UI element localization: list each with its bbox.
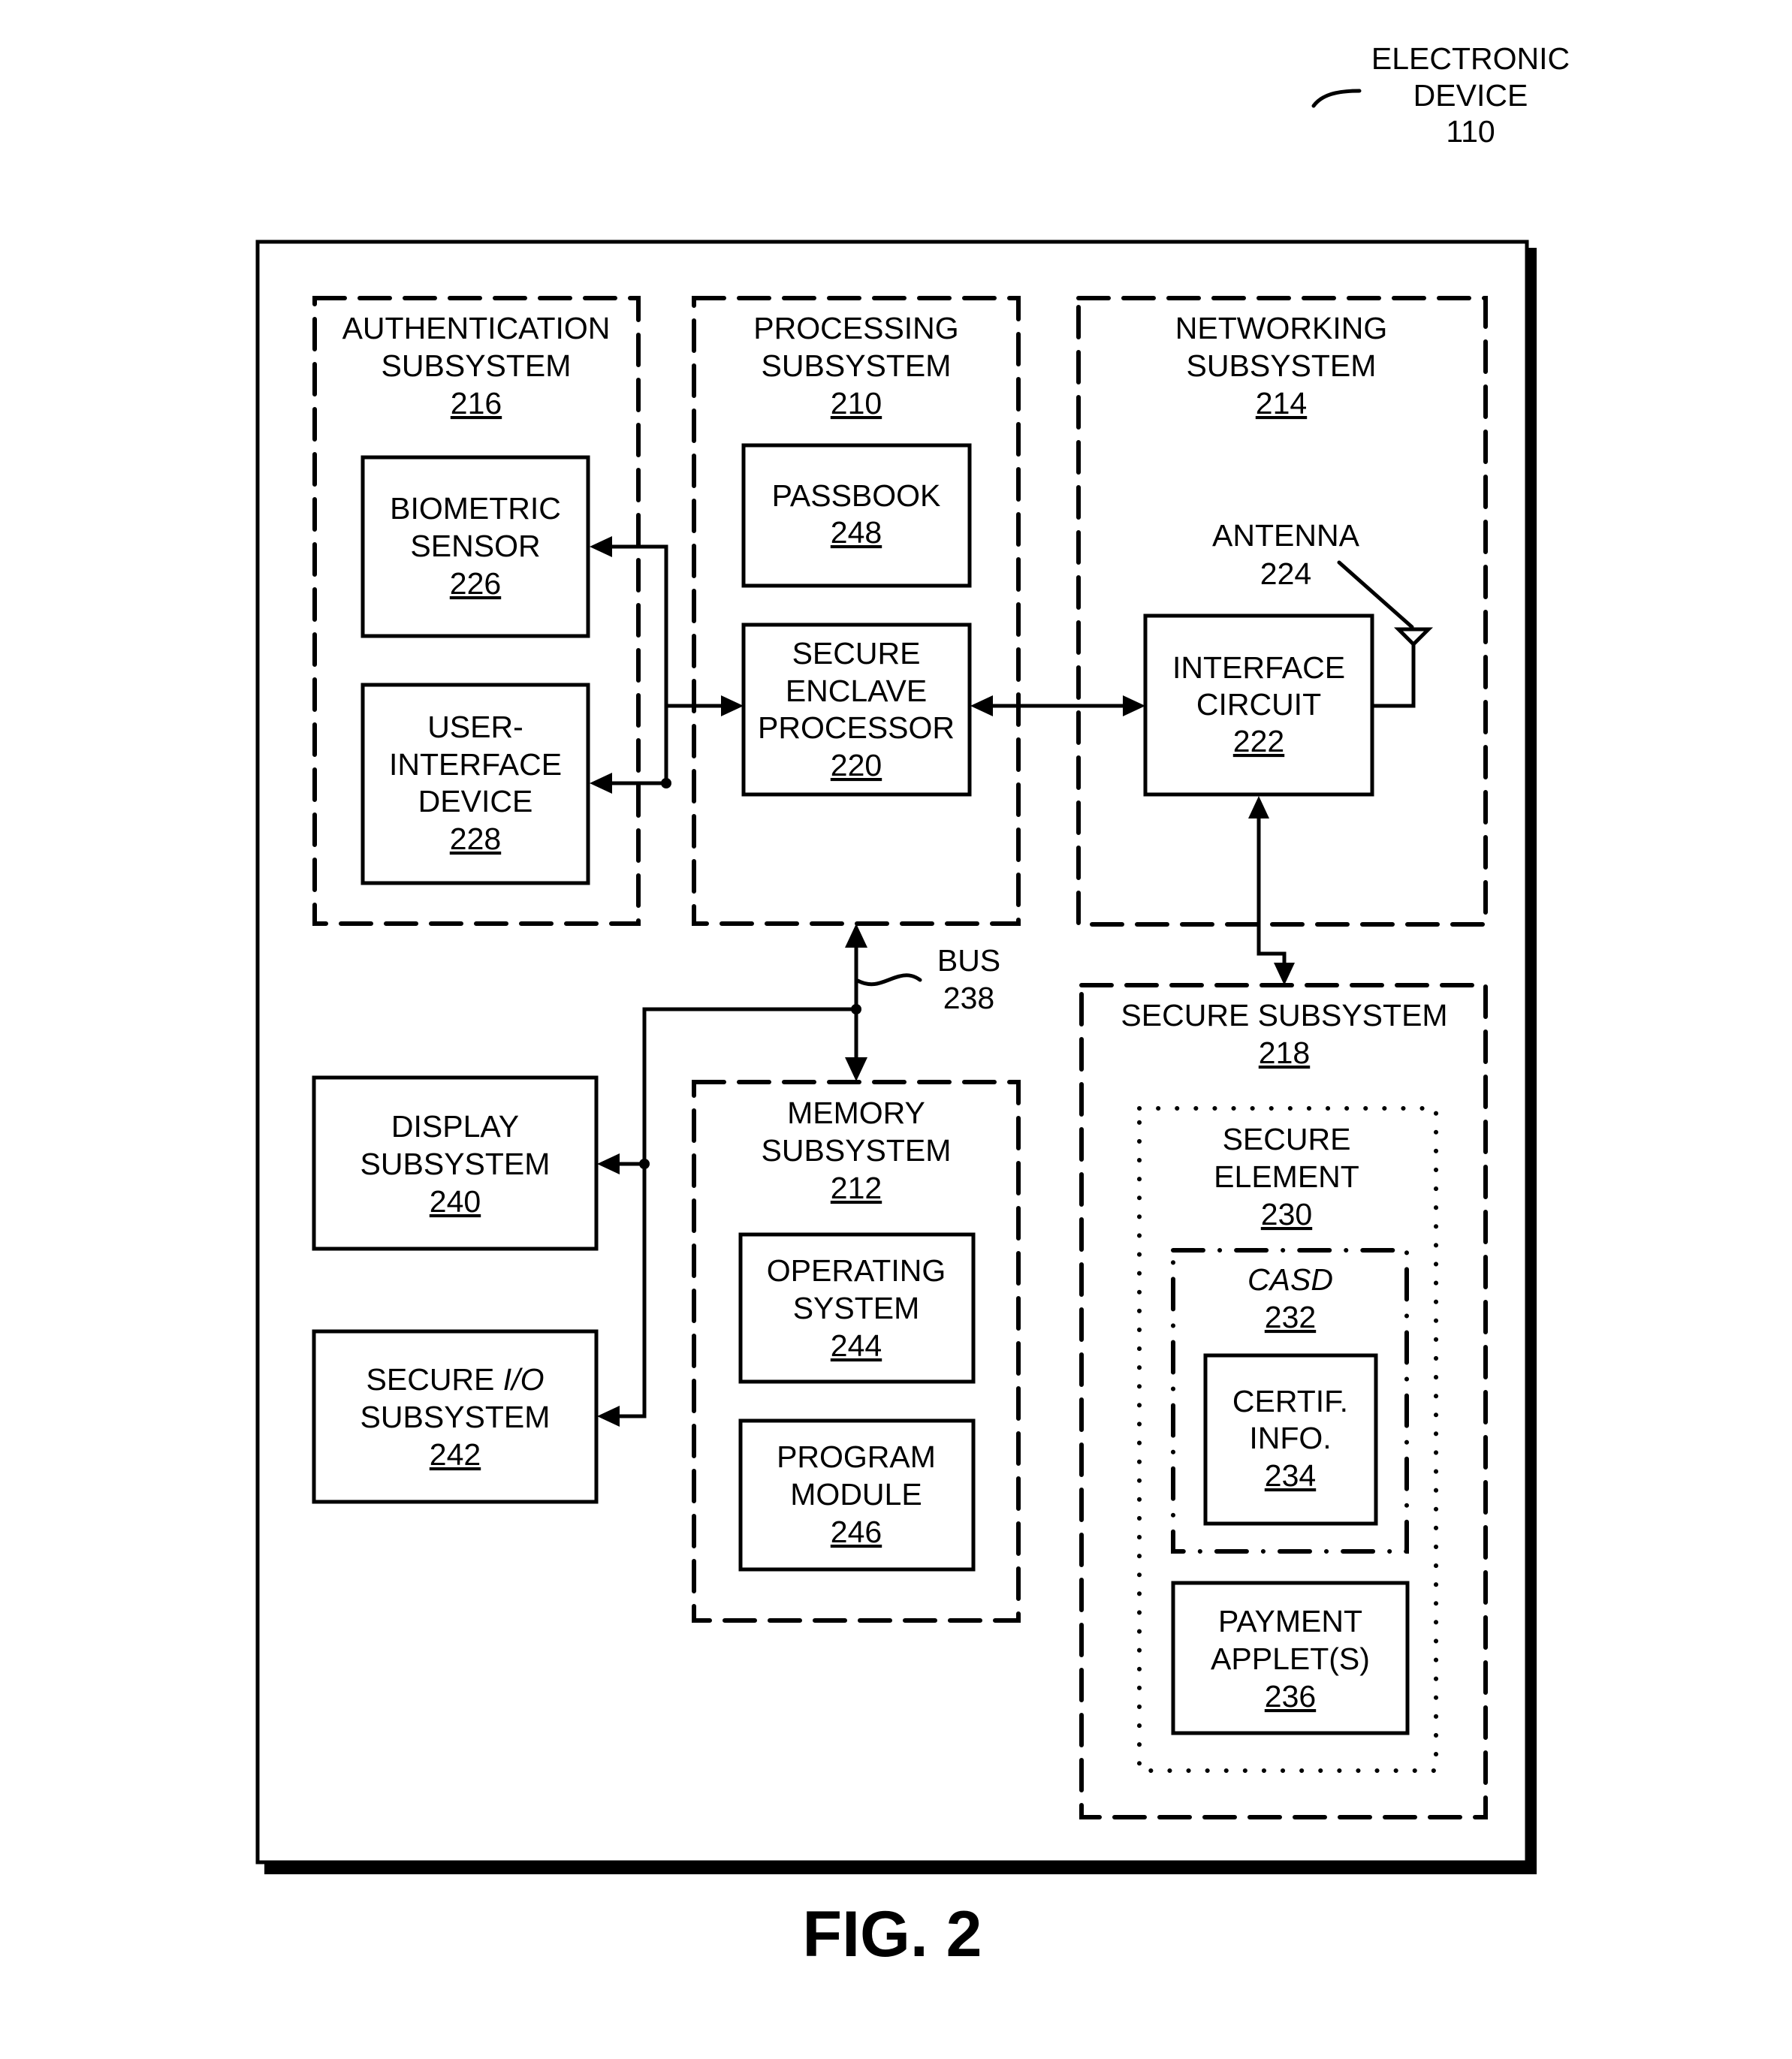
authentication-title-1: AUTHENTICATION — [342, 311, 611, 345]
payment-title-2: APPLET(S) — [1211, 1641, 1370, 1676]
display-title-1: DISPLAY — [391, 1109, 519, 1144]
program-title-1: PROGRAM — [777, 1439, 936, 1474]
display-junction-dot — [639, 1159, 650, 1169]
authentication-ref: 216 — [451, 386, 502, 421]
device-label-line-2: DEVICE — [1413, 78, 1528, 113]
antenna-title: ANTENNA — [1212, 518, 1360, 553]
interface-title-1: INTERFACE — [1172, 650, 1345, 685]
antenna-ref: 224 — [1260, 556, 1311, 591]
payment-ref: 236 — [1265, 1679, 1316, 1714]
memory-title-2: SUBSYSTEM — [762, 1133, 952, 1168]
device-leader-line — [1311, 89, 1362, 108]
biometric-ref: 226 — [450, 566, 501, 601]
processing-ref: 210 — [831, 386, 882, 421]
junction-dot — [661, 778, 671, 788]
secure-element-title-1: SECURE — [1223, 1122, 1351, 1156]
payment-title-1: PAYMENT — [1218, 1604, 1362, 1638]
secure-io-title-1: SECURE I/O — [367, 1362, 545, 1397]
ui-device-title-1: USER- — [427, 710, 523, 744]
biometric-title-2: SENSOR — [410, 529, 540, 563]
device-label-line-1: ELECTRONIC — [1371, 41, 1570, 76]
processing-title-2: SUBSYSTEM — [762, 348, 952, 383]
secure-element-title-2: ELEMENT — [1214, 1159, 1359, 1194]
ui-device-ref: 228 — [450, 821, 501, 856]
memory-ref: 212 — [831, 1171, 882, 1205]
ui-device-title-3: DEVICE — [418, 784, 533, 818]
os-ref: 244 — [831, 1328, 882, 1363]
os-title-1: OPERATING — [767, 1253, 946, 1288]
authentication-title-2: SUBSYSTEM — [382, 348, 572, 383]
passbook-ref: 248 — [831, 515, 882, 550]
interface-ref: 222 — [1233, 724, 1284, 758]
certif-title-1: CERTIF. — [1232, 1384, 1348, 1418]
ui-device-title-2: INTERFACE — [389, 747, 562, 782]
program-ref: 246 — [831, 1515, 882, 1549]
secure-io-title-2: SUBSYSTEM — [361, 1400, 551, 1434]
casd-title: CASD — [1247, 1262, 1333, 1297]
secure-subsystem-title: SECURE SUBSYSTEM — [1121, 998, 1447, 1033]
memory-title-1: MEMORY — [787, 1096, 925, 1130]
device-label-ref: 110 — [1446, 114, 1495, 149]
biometric-title-1: BIOMETRIC — [390, 491, 561, 526]
bus-title: BUS — [937, 943, 1000, 978]
secure-io-italic: I/O — [503, 1362, 545, 1397]
secure-subsystem-ref: 218 — [1259, 1036, 1310, 1070]
secure-element-ref: 230 — [1261, 1197, 1312, 1231]
secure-io-ref: 242 — [430, 1437, 481, 1472]
certif-ref: 234 — [1265, 1458, 1316, 1493]
bus-ref: 238 — [943, 981, 994, 1015]
display-ref: 240 — [430, 1184, 481, 1219]
display-title-2: SUBSYSTEM — [361, 1147, 551, 1181]
casd-ref: 232 — [1265, 1300, 1316, 1334]
sep-title-3: PROCESSOR — [758, 710, 955, 745]
networking-ref: 214 — [1256, 386, 1307, 421]
secure-io-prefix: SECURE — [367, 1362, 503, 1397]
certif-title-2: INFO. — [1249, 1421, 1331, 1455]
interface-title-2: CIRCUIT — [1196, 687, 1321, 722]
processing-title-1: PROCESSING — [753, 311, 958, 345]
program-title-2: MODULE — [790, 1477, 922, 1512]
sep-title-2: ENCLAVE — [786, 674, 927, 708]
os-title-2: SYSTEM — [793, 1291, 920, 1325]
figure-caption: FIG. 2 — [803, 1898, 982, 1970]
sep-title-1: SECURE — [792, 636, 921, 671]
sep-ref: 220 — [831, 748, 882, 782]
networking-title-2: SUBSYSTEM — [1187, 348, 1377, 383]
networking-title-1: NETWORKING — [1175, 311, 1387, 345]
electronic-device-diagram: ELECTRONIC DEVICE 110 AUTHENTICATION SUB… — [255, 41, 1570, 1970]
passbook-title: PASSBOOK — [772, 478, 941, 513]
